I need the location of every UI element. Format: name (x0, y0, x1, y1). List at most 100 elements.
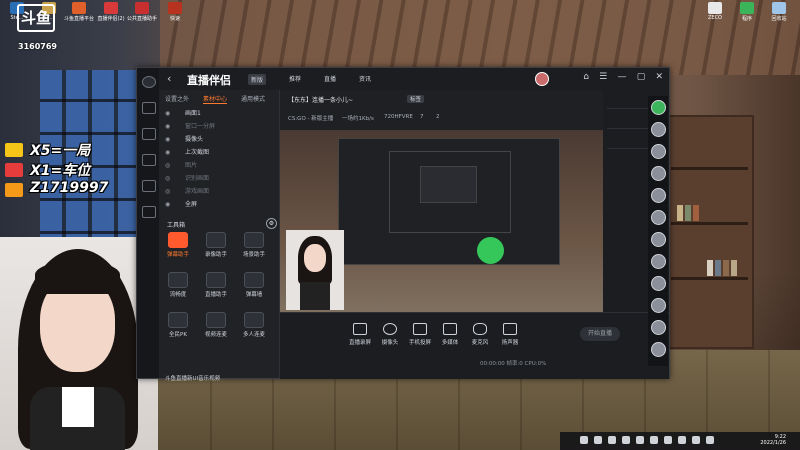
toolbox-title: 工具箱 (167, 222, 186, 229)
tool-scene-helper[interactable]: 场景助手 (237, 232, 271, 258)
tool-video-link[interactable]: 视频连麦 (199, 312, 233, 338)
speaker-button[interactable]: 扬声器 (492, 323, 528, 346)
go-live-icon[interactable] (477, 237, 504, 264)
tab-mode[interactable]: 通用模式 (241, 94, 265, 103)
multi-user-icon (244, 312, 264, 328)
recycle-bin-icon[interactable]: 回收站 (764, 2, 794, 22)
scene-panel: 设置之外 素材中心 通用模式 ◉ 画面1 ◉ 窗口一分屏 ◉ 摄像头 ◉ 上次截图 ◎ 图… (159, 90, 280, 382)
tab-materials[interactable]: 素材中心 (203, 94, 228, 104)
bookshelf (665, 115, 754, 349)
eye-icon[interactable]: ◉ (165, 136, 173, 143)
control-bar: 直播录屏 摄像头 手机投屏 多媒体 麦克风 扬声器 开始直播 00:00:00 … (280, 312, 669, 379)
eye-icon[interactable]: ◎ (165, 175, 173, 182)
layer-item[interactable]: ◎ 识别画面 (165, 173, 275, 184)
scene-header: 【东东】连播一条小儿~ 标签 CS:GO - 新版主播 一场约1Kb/s 720… (280, 90, 603, 130)
app-icon (168, 2, 182, 14)
tray-icon[interactable] (664, 436, 672, 444)
wifi-icon[interactable] (142, 206, 156, 218)
pk-icon (168, 312, 188, 328)
desktop-icon[interactable]: 斗鱼直播平台 (64, 2, 94, 22)
tray-icon[interactable] (594, 436, 602, 444)
tool-danmu-helper[interactable]: 弹幕助手 (161, 232, 195, 258)
phone-icon (413, 323, 427, 335)
eye-icon[interactable]: ◎ (165, 162, 173, 169)
menu-icon[interactable]: ☰ (599, 72, 607, 82)
eye-icon[interactable]: ◉ (165, 110, 173, 117)
viewer-list (648, 96, 668, 366)
viewer-avatar[interactable] (651, 254, 666, 269)
viewer-avatar[interactable] (651, 232, 666, 247)
desktop-icon[interactable]: ZECO (700, 2, 730, 21)
tool-danmu-wall[interactable]: 弹幕墙 (237, 272, 271, 298)
notice-bar[interactable]: 斗鱼直播新UI音乐视频 (165, 374, 220, 382)
resolution-label: 720HFVRE (384, 114, 413, 120)
viewer-avatar[interactable] (651, 122, 666, 137)
system-clock[interactable]: 9:22 2022/1/26 (760, 434, 786, 446)
likes-count: 7 (420, 114, 424, 120)
webcam-feed (0, 237, 158, 450)
stream-preview[interactable] (280, 130, 603, 312)
helper-icon (206, 272, 226, 288)
layer-item[interactable]: ◉ 摄像头 (165, 134, 275, 145)
gear-icon[interactable]: ⚙ (266, 218, 277, 229)
viewer-avatar[interactable] (651, 276, 666, 291)
layer-item[interactable]: ◉ 画面1 (165, 108, 275, 119)
home-icon[interactable]: ⌂ (583, 72, 589, 82)
tab-settings[interactable]: 设置之外 (165, 94, 189, 103)
eye-icon[interactable]: ◉ (165, 123, 173, 130)
eye-icon[interactable]: ◉ (165, 149, 173, 156)
version-badge: 新版 (248, 74, 267, 85)
promo-line: Z1719997 (30, 180, 109, 196)
tray-icon[interactable] (580, 436, 588, 444)
tool-live-helper[interactable]: 直播助手 (199, 272, 233, 298)
play-icon (443, 323, 457, 335)
menu-item[interactable]: 直播 (324, 74, 336, 83)
minimize-icon[interactable]: — (617, 72, 626, 82)
menu-item[interactable]: 推荐 (289, 74, 301, 83)
layer-item[interactable]: ◎ 图片 (165, 160, 275, 171)
game-icon[interactable] (142, 128, 156, 140)
viewer-avatar[interactable] (651, 342, 666, 357)
settings-icon[interactable] (142, 180, 156, 192)
tag-badge[interactable]: 标签 (407, 95, 425, 103)
tray-icon[interactable] (706, 436, 714, 444)
menu-item[interactable]: 资讯 (359, 74, 371, 83)
layer-item[interactable]: ◉ 上次截图 (165, 147, 275, 158)
viewer-avatar[interactable] (651, 166, 666, 181)
tray-icon[interactable] (636, 436, 644, 444)
stream-title[interactable]: 【东东】连播一条小儿~ (288, 95, 353, 104)
maximize-icon[interactable]: ▢ (637, 72, 646, 82)
start-live-button[interactable]: 开始直播 (580, 327, 620, 341)
viewer-avatar[interactable] (651, 100, 666, 115)
wifi-icon[interactable] (142, 154, 156, 166)
eye-icon[interactable]: ◎ (165, 188, 173, 195)
back-icon[interactable]: ‹ (167, 72, 171, 85)
tray-icon[interactable] (650, 436, 658, 444)
desktop-icon[interactable]: 快速 (160, 2, 190, 22)
viewer-avatar[interactable] (651, 188, 666, 203)
viewer-avatar[interactable] (651, 298, 666, 313)
promo-line: X5=一局 (30, 143, 91, 159)
desktop-icon[interactable]: 程序 (732, 2, 762, 22)
viewer-avatar[interactable] (651, 320, 666, 335)
layer-item[interactable]: ◎ 游戏画面 (165, 186, 275, 197)
tray-icon[interactable] (678, 436, 686, 444)
tool-record-helper[interactable]: 录像助手 (199, 232, 233, 258)
camera-icon (383, 323, 397, 335)
desktop-icon[interactable]: 直播伴侣(2) (96, 2, 126, 22)
home-icon[interactable] (142, 102, 156, 114)
layer-item[interactable]: ◉ 全屏 (165, 199, 275, 210)
tray-icon[interactable] (608, 436, 616, 444)
tray-icon[interactable] (692, 436, 700, 444)
eye-icon[interactable]: ◉ (165, 201, 173, 208)
viewer-avatar[interactable] (651, 210, 666, 225)
tool-pk[interactable]: 全民PK (161, 312, 195, 338)
tool-smoothness[interactable]: 流畅度 (161, 272, 195, 298)
tray-icon[interactable] (622, 436, 630, 444)
viewer-avatar[interactable] (651, 144, 666, 159)
user-avatar[interactable] (535, 72, 549, 86)
close-icon[interactable]: ✕ (655, 72, 663, 82)
desktop-icon[interactable]: 公共直播助手 (127, 2, 157, 22)
layer-item[interactable]: ◉ 窗口一分屏 (165, 121, 275, 132)
tool-multi-link[interactable]: 多人连麦 (237, 312, 271, 338)
